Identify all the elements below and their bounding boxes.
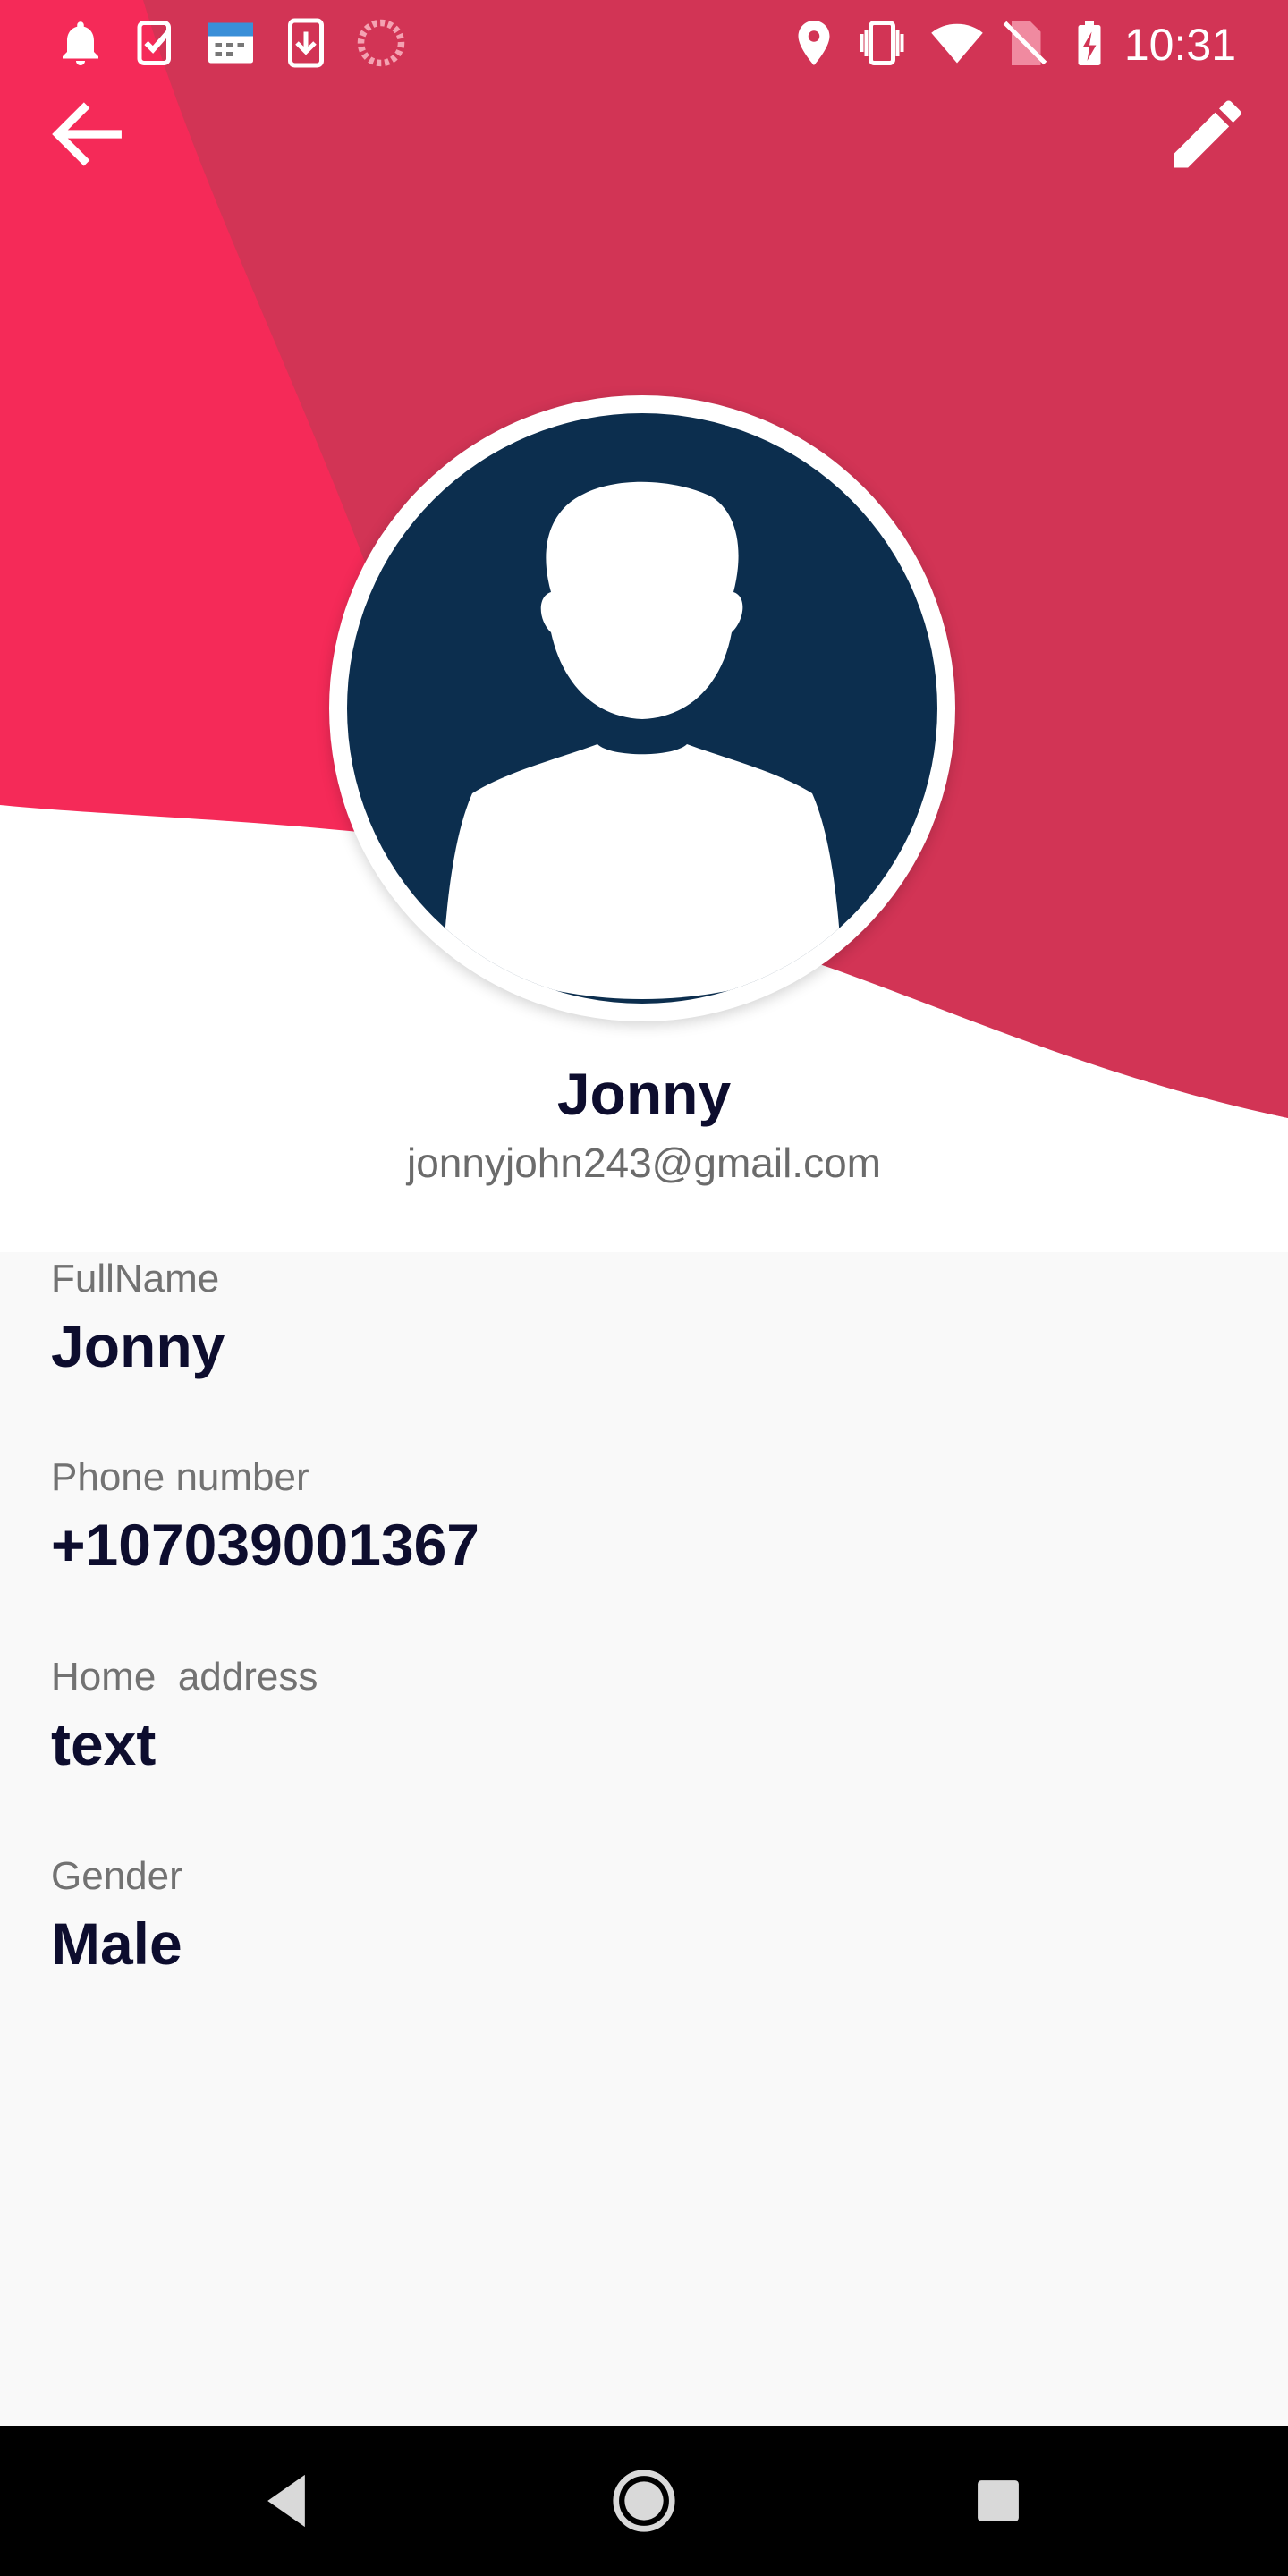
- avatar[interactable]: [329, 395, 955, 1021]
- nav-back-icon[interactable]: [242, 2456, 331, 2546]
- field-value: Male: [51, 1911, 182, 1977]
- profile-details: FullName Jonny Phone number +10703900136…: [0, 1252, 1288, 2426]
- location-icon: [798, 21, 830, 65]
- sync-circle-icon: [357, 19, 405, 67]
- task-check-icon: [137, 21, 171, 65]
- status-time: 10:31: [1123, 20, 1236, 70]
- nav-home-icon[interactable]: [599, 2456, 689, 2546]
- nav-recents-icon[interactable]: [953, 2456, 1043, 2546]
- profile-name: Jonny: [556, 1061, 732, 1127]
- field-label: Home address: [51, 1655, 318, 1699]
- back-button[interactable]: [43, 89, 132, 179]
- status-bar: 10:31: [0, 0, 1288, 86]
- field-label: Gender: [51, 1854, 182, 1898]
- vibrate-icon: [860, 21, 904, 65]
- navigation-bar: [0, 2426, 1288, 2576]
- field-home-address: Home address text: [51, 1650, 318, 1783]
- wifi-icon: [931, 23, 983, 64]
- profile-email: jonnyjohn243@gmail.com: [407, 1140, 881, 1186]
- download-icon: [288, 18, 324, 68]
- notification-bell-icon: [63, 21, 98, 65]
- battery-charging-icon: [1078, 21, 1101, 65]
- field-label: FullName: [51, 1257, 220, 1301]
- person-silhouette-icon: [444, 481, 841, 999]
- field-value: Jonny: [51, 1313, 225, 1379]
- edit-button[interactable]: [1163, 89, 1252, 179]
- no-sim-icon: [1003, 21, 1047, 65]
- field-gender: Gender Male: [51, 1850, 182, 1982]
- field-value: text: [51, 1711, 157, 1777]
- field-label: Phone number: [51, 1455, 309, 1499]
- field-full-name: FullName Jonny: [51, 1252, 225, 1385]
- calendar-test-icon: [208, 22, 253, 64]
- avatar-image: [347, 413, 937, 1004]
- field-value: +107039001367: [51, 1512, 480, 1578]
- field-phone-number: Phone number +107039001367: [51, 1451, 479, 1583]
- profile-header: 10:31 Jonny jonnyjohn243@gmail.com: [0, 0, 1288, 1252]
